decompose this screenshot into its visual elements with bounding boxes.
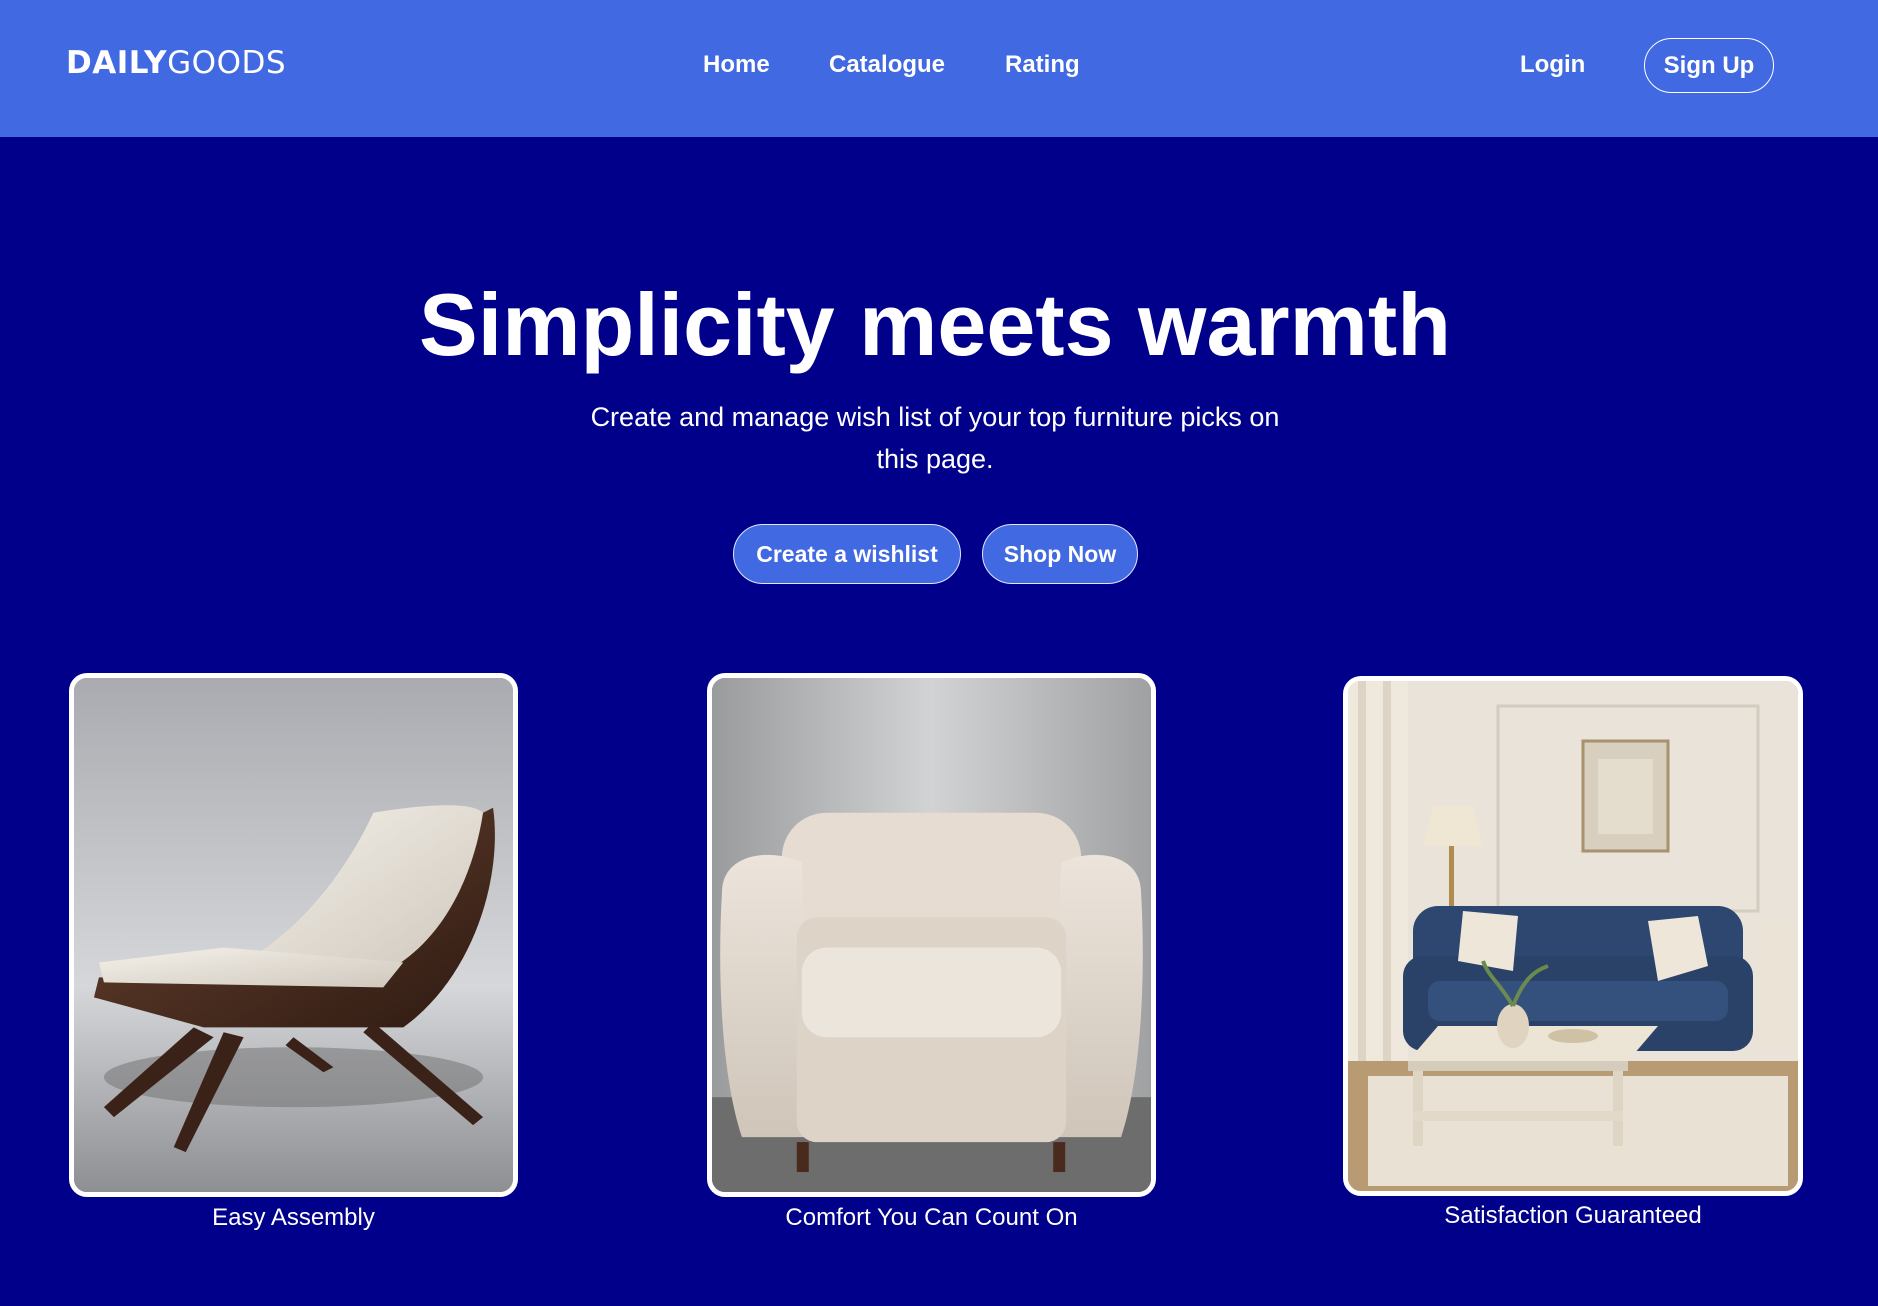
armchair-illustration [712,678,1151,1192]
nav-link-catalogue[interactable]: Catalogue [829,51,945,79]
card-caption-easy-assembly: Easy Assembly [212,1204,375,1231]
lounge-chair-image[interactable] [69,673,518,1197]
logo-text-bold: DAILY [66,45,168,81]
lounge-chair-illustration [74,678,513,1192]
armchair-image[interactable] [707,673,1156,1197]
brand-logo[interactable]: DAILYGOODS [66,45,286,81]
hero-title: Simplicity meets warmth [419,275,1451,374]
living-room-image[interactable] [1343,676,1803,1196]
top-navbar: DAILYGOODS Home Catalogue Rating Login S… [0,0,1878,137]
login-link[interactable]: Login [1520,51,1585,79]
shop-now-button[interactable]: Shop Now [982,524,1138,584]
card-caption-satisfaction: Satisfaction Guaranteed [1444,1202,1702,1229]
sign-up-button[interactable]: Sign Up [1644,38,1774,93]
card-caption-comfort: Comfort You Can Count On [785,1204,1078,1231]
create-wishlist-button[interactable]: Create a wishlist [733,524,961,584]
nav-link-rating[interactable]: Rating [1005,51,1080,79]
nav-link-home[interactable]: Home [703,51,770,79]
living-room-illustration [1348,681,1798,1191]
hero-subtitle: Create and manage wish list of your top … [590,402,1280,474]
logo-text-light: GOODS [167,45,287,81]
